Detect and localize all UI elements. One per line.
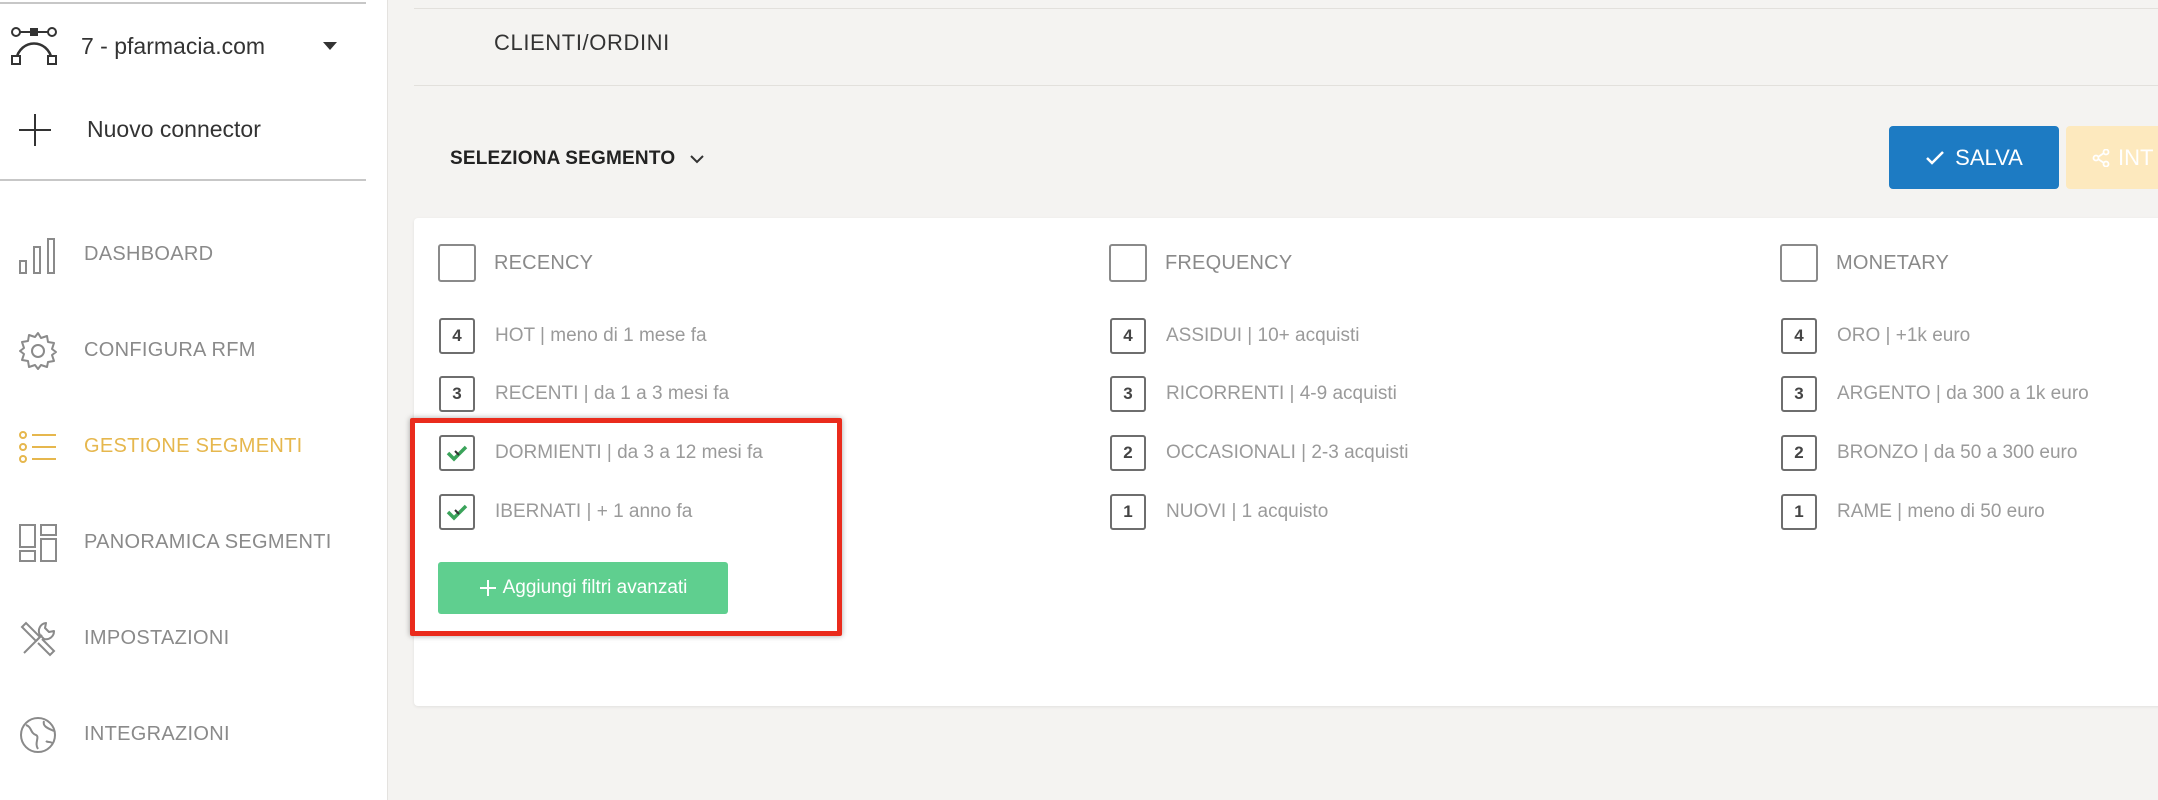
option-label: RECENTI | da 1 a 3 mesi fa [495,383,730,404]
page-title: CLIENTI/ORDINI [494,30,670,55]
column-header-recency: RECENCY [438,244,593,282]
select-all-monetary-checkbox[interactable] [1780,244,1818,282]
column-title: FREQUENCY [1165,251,1293,274]
account-selector[interactable]: 7 - pfarmacia.com [0,18,366,76]
option-checkbox[interactable]: 4 [1781,318,1817,354]
option-row: 4 ASSIDUI | 10+ acquisti [1110,318,1359,354]
sidebar-item-dashboard[interactable]: DASHBOARD [0,223,380,285]
sidebar: 7 - pfarmacia.com Nuovo connector DASHBO… [0,0,388,800]
option-row: IBERNATI | + 1 anno fa [439,494,692,530]
option-label: IBERNATI | + 1 anno fa [495,501,693,522]
option-checkbox[interactable]: 2 [1781,435,1817,471]
option-checkbox[interactable]: 3 [439,376,475,412]
option-checkbox[interactable]: 3 [1110,376,1146,412]
list-icon [19,431,56,463]
add-filters-label: Aggiungi filtri avanzati [502,577,688,598]
sidebar-item-impostazioni[interactable]: IMPOSTAZIONI [0,607,380,669]
bezier-curve-icon [11,27,57,65]
sidebar-item-integrazioni[interactable]: INTEGRAZIONI [0,703,380,765]
option-checkbox[interactable]: 4 [439,318,475,354]
tools-icon [20,621,56,657]
gear-icon [19,332,57,370]
share-integration-button[interactable]: INT [2066,126,2158,189]
column-title: RECENCY [494,251,594,274]
chevron-down-icon [690,155,705,164]
save-button[interactable]: SALVA [1889,126,2059,189]
option-label: ORO | +1k euro [1837,325,1971,346]
sidebar-item-label: IMPOSTAZIONI [84,627,230,649]
globe-icon [20,717,56,753]
option-row: 4 ORO | +1k euro [1781,318,1970,354]
account-label: 7 - pfarmacia.com [81,33,266,59]
new-connector-label: Nuovo connector [87,116,261,142]
option-row: 3 ARGENTO | da 300 a 1k euro [1781,376,2089,412]
select-all-frequency-checkbox[interactable] [1109,244,1147,282]
option-label: NUOVI | 1 acquisto [1166,501,1329,522]
sidebar-item-label: INTEGRAZIONI [84,723,230,745]
option-row: 1 NUOVI | 1 acquisto [1110,494,1328,530]
option-label: DORMIENTI | da 3 a 12 mesi fa [495,442,763,463]
option-row: 4 HOT | meno di 1 mese fa [439,318,707,354]
title-divider [414,85,2158,86]
column-header-frequency: FREQUENCY [1109,244,1292,282]
column-title: MONETARY [1836,251,1950,274]
option-row: 3 RECENTI | da 1 a 3 mesi fa [439,376,729,412]
plus-icon [479,580,496,596]
sidebar-item-label: DASHBOARD [84,243,214,265]
option-row: 2 OCCASIONALI | 2-3 acquisti [1110,435,1409,471]
option-checkbox[interactable]: 4 [1110,318,1146,354]
sidebar-item-label: GESTIONE SEGMENTI [84,435,303,457]
segment-select-label: SELEZIONA SEGMENTO [450,148,676,169]
save-button-label: SALVA [1955,144,2023,170]
sidebar-item-configura-rfm[interactable]: CONFIGURA RFM [0,319,380,381]
option-checkbox[interactable]: 3 [1781,376,1817,412]
option-label: HOT | meno di 1 mese fa [495,325,707,346]
share-button-label: INT [2118,144,2154,170]
sidebar-divider [0,179,366,181]
check-icon [446,445,468,462]
select-all-recency-checkbox[interactable] [438,244,476,282]
option-checkbox[interactable]: 2 [1110,435,1146,471]
sidebar-item-panoramica-segmenti[interactable]: PANORAMICA SEGMENTI [0,511,380,573]
bar-chart-icon [19,238,55,274]
layout-grid-icon [19,524,57,562]
option-label: ARGENTO | da 300 a 1k euro [1837,383,2089,404]
option-label: RICORRENTI | 4-9 acquisti [1166,383,1397,404]
option-row: 1 RAME | meno di 50 euro [1781,494,2045,530]
option-label: RAME | meno di 50 euro [1837,501,2045,522]
share-icon [2092,148,2110,167]
sidebar-item-label: CONFIGURA RFM [84,339,256,361]
top-divider [414,8,2158,9]
segment-select-dropdown[interactable]: SELEZIONA SEGMENTO [450,144,705,174]
option-label: ASSIDUI | 10+ acquisti [1166,325,1360,346]
caret-down-icon [323,42,337,50]
option-row: DORMIENTI | da 3 a 12 mesi fa [439,435,763,471]
column-header-monetary: MONETARY [1780,244,1949,282]
sidebar-item-label: PANORAMICA SEGMENTI [84,531,332,553]
option-label: BRONZO | da 50 a 300 euro [1837,442,2078,463]
option-checkbox-checked[interactable] [439,435,475,471]
option-row: 3 RICORRENTI | 4-9 acquisti [1110,376,1397,412]
option-checkbox[interactable]: 1 [1110,494,1146,530]
plus-icon [19,114,51,146]
add-advanced-filters-button[interactable]: Aggiungi filtri avanzati [438,562,728,614]
option-checkbox-checked[interactable] [439,494,475,530]
check-icon [446,504,468,521]
sidebar-item-gestione-segmenti[interactable]: GESTIONE SEGMENTI [0,415,380,477]
check-icon [1926,150,1945,165]
option-label: OCCASIONALI | 2-3 acquisti [1166,442,1409,463]
sidebar-top-divider [0,2,366,4]
option-row: 2 BRONZO | da 50 a 300 euro [1781,435,2077,471]
new-connector-button[interactable]: Nuovo connector [0,104,366,156]
option-checkbox[interactable]: 1 [1781,494,1817,530]
